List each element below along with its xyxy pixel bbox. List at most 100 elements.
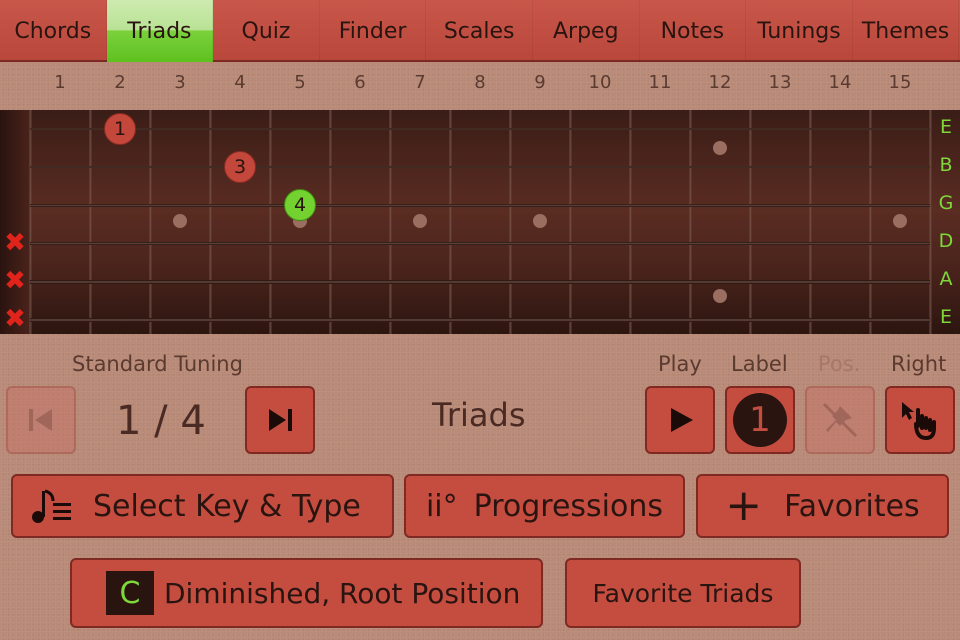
right-label: Right xyxy=(891,352,947,376)
guitar-string xyxy=(30,280,930,284)
guitar-string xyxy=(30,166,930,168)
fret-wire xyxy=(689,110,692,334)
label-value: 1 xyxy=(749,400,771,440)
fret-inlay-dot xyxy=(893,214,907,228)
pos-label: Pos. xyxy=(818,352,861,376)
guitar-string xyxy=(30,318,930,322)
tab-finder[interactable]: Finder xyxy=(320,0,427,62)
tab-arpeg[interactable]: Arpeg xyxy=(533,0,640,62)
favorites-button[interactable]: + Favorites xyxy=(696,474,949,538)
fret-number: 13 xyxy=(768,72,792,93)
fret-inlay-dot xyxy=(173,214,187,228)
fret-wire xyxy=(929,110,932,334)
muted-string-icon[interactable]: ✖ xyxy=(4,306,26,332)
key-badge: C xyxy=(106,571,154,615)
tab-scales[interactable]: Scales xyxy=(426,0,533,62)
tab-bar: Chords Triads Quiz Finder Scales Arpeg Notes Tu… xyxy=(0,0,960,62)
pointing-hand-icon xyxy=(902,402,936,441)
tuning-label: Standard Tuning xyxy=(72,352,243,376)
string-name-label[interactable]: G xyxy=(936,192,956,214)
fret-number: 9 xyxy=(534,72,546,93)
fret-number: 10 xyxy=(588,72,612,93)
fretboard[interactable] xyxy=(0,110,960,334)
string-name-label[interactable]: A xyxy=(936,268,956,290)
fret-inlay-dot xyxy=(713,141,727,155)
fret-inlay-dot xyxy=(413,214,427,228)
fret-wire xyxy=(29,110,32,334)
tab-quiz[interactable]: Quiz xyxy=(213,0,320,62)
pushpin-off-icon xyxy=(822,402,858,438)
fret-wire xyxy=(629,110,632,334)
fret-number: 4 xyxy=(234,72,246,93)
fret-number: 8 xyxy=(474,72,486,93)
fret-wire xyxy=(329,110,332,334)
fret-wire xyxy=(89,110,92,334)
plus-icon: + xyxy=(725,480,763,531)
select-key-type-button[interactable]: Select Key & Type xyxy=(11,474,394,538)
triad-counter: 1 / 4 xyxy=(116,398,206,444)
progressions-button[interactable]: ii° Progressions xyxy=(404,474,685,538)
string-name-label[interactable]: D xyxy=(936,230,956,252)
note-marker[interactable]: 4 xyxy=(284,189,316,221)
previous-button[interactable] xyxy=(6,386,76,454)
progressions-label: Progressions xyxy=(473,488,664,524)
guitar-string xyxy=(30,204,930,207)
tab-chords[interactable]: Chords xyxy=(0,0,107,62)
fret-wire xyxy=(389,110,392,334)
skip-previous-icon xyxy=(29,409,52,431)
play-icon xyxy=(671,408,693,432)
favorites-label: Favorites xyxy=(784,488,920,524)
play-label: Play xyxy=(658,352,702,376)
favorite-triads-button[interactable]: Favorite Triads xyxy=(565,558,801,628)
muted-string-icon[interactable]: ✖ xyxy=(4,268,26,294)
fret-number: 7 xyxy=(414,72,426,93)
string-name-label[interactable]: E xyxy=(936,116,956,138)
fret-wire xyxy=(869,110,872,334)
fret-number: 2 xyxy=(114,72,126,93)
position-button[interactable] xyxy=(805,386,875,454)
fret-number: 1 xyxy=(54,72,66,93)
skip-next-icon xyxy=(269,409,292,431)
string-name-label[interactable]: E xyxy=(936,306,956,328)
fret-number: 14 xyxy=(828,72,852,93)
fret-number: 5 xyxy=(294,72,306,93)
tab-themes[interactable]: Themes xyxy=(853,0,960,62)
note-marker[interactable]: 3 xyxy=(224,151,256,183)
guitar-string xyxy=(30,242,930,245)
note-marker[interactable]: 1 xyxy=(104,113,136,145)
label-number-badge: 1 xyxy=(733,393,787,447)
label-button[interactable]: 1 xyxy=(725,386,795,454)
fret-wire xyxy=(449,110,452,334)
guitar-string xyxy=(30,128,930,130)
fret-number: 6 xyxy=(354,72,366,93)
next-button[interactable] xyxy=(245,386,315,454)
tab-notes[interactable]: Notes xyxy=(640,0,747,62)
fret-wire xyxy=(509,110,512,334)
muted-string-icon[interactable]: ✖ xyxy=(4,230,26,256)
select-key-type-label: Select Key & Type xyxy=(93,488,361,524)
fret-wire xyxy=(809,110,812,334)
play-button[interactable] xyxy=(645,386,715,454)
chord-name-label: Diminished, Root Position xyxy=(164,576,521,610)
fret-number: 3 xyxy=(174,72,186,93)
fret-number: 11 xyxy=(648,72,672,93)
fret-wire xyxy=(569,110,572,334)
fret-wire xyxy=(749,110,752,334)
fret-number: 15 xyxy=(888,72,912,93)
music-list-icon xyxy=(32,489,71,523)
string-name-label[interactable]: B xyxy=(936,154,956,176)
tab-triads[interactable]: Triads xyxy=(106,0,214,62)
fretboard-nut-area xyxy=(0,110,30,334)
right-hand-button[interactable] xyxy=(885,386,955,454)
fret-wire xyxy=(209,110,212,334)
label-label: Label xyxy=(731,352,788,376)
tab-tunings[interactable]: Tunings xyxy=(746,0,853,62)
fret-number: 12 xyxy=(708,72,732,93)
fret-wire xyxy=(269,110,272,334)
chord-selector-button[interactable]: C Diminished, Root Position xyxy=(70,558,543,628)
roman-numeral-icon: ii° xyxy=(425,488,458,524)
fret-inlay-dot xyxy=(533,214,547,228)
fret-wire xyxy=(149,110,152,334)
mode-title: Triads xyxy=(432,396,526,434)
favorite-triads-label: Favorite Triads xyxy=(592,578,774,608)
